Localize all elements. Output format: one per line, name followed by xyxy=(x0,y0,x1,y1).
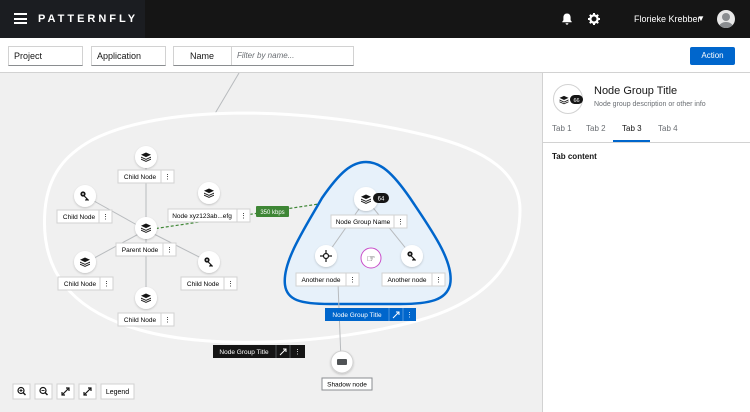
details-panel: 66 Node Group Title Node group descripti… xyxy=(542,73,750,412)
avatar[interactable] xyxy=(717,10,735,28)
kebab-icon: ⋮ xyxy=(294,349,301,356)
active-tab-indicator xyxy=(613,140,650,142)
topology-graph: 350 kbps Child Node ⋮ Child Node ⋮ Node … xyxy=(12,73,522,400)
node-shadow[interactable]: Shadow node xyxy=(321,350,373,391)
kebab-icon: ⋮ xyxy=(397,219,404,226)
masthead: PATTERNFLY Florieke Krebber ▼ xyxy=(0,0,750,38)
hamburger-icon[interactable] xyxy=(14,13,27,24)
brand-logo: PATTERNFLY xyxy=(38,13,139,25)
svg-text:Another node: Another node xyxy=(387,277,426,284)
legend-button[interactable]: Legend xyxy=(100,383,135,400)
svg-text:Child Node: Child Node xyxy=(124,317,157,324)
toolbar: Project Application Name Filter by name.… xyxy=(0,38,750,73)
svg-text:350 kbps: 350 kbps xyxy=(260,210,284,216)
panel-description: Node group description or other info xyxy=(594,101,706,108)
gear-icon[interactable] xyxy=(587,12,601,26)
svg-text:Node Group Title: Node Group Title xyxy=(219,349,269,356)
kebab-icon: ⋮ xyxy=(164,317,171,324)
tab-2[interactable]: Tab 2 xyxy=(586,124,606,133)
application-select[interactable]: Application xyxy=(91,46,166,66)
panel-title: Node Group Title xyxy=(594,85,678,97)
svg-text:Child Node: Child Node xyxy=(64,281,97,288)
topology-canvas[interactable]: 350 kbps Child Node ⋮ Child Node ⋮ Node … xyxy=(0,73,542,412)
panel-badge: 66 xyxy=(573,98,579,104)
outer-group-hull xyxy=(42,111,522,344)
edge-label: 350 kbps xyxy=(256,206,289,217)
svg-text:Child Node: Child Node xyxy=(187,281,220,288)
svg-text:Shadow node: Shadow node xyxy=(327,382,367,389)
node-group-title-blue[interactable]: Node Group Title ⋮ xyxy=(325,308,416,321)
user-name[interactable]: Florieke Krebber xyxy=(634,14,701,24)
svg-text:Legend: Legend xyxy=(106,389,129,396)
kebab-icon: ⋮ xyxy=(349,277,356,284)
tab-4[interactable]: Tab 4 xyxy=(658,124,678,133)
kebab-icon: ⋮ xyxy=(166,247,173,254)
svg-text:Parent Node: Parent Node xyxy=(122,247,159,254)
svg-text:Node Group Title: Node Group Title xyxy=(332,312,382,319)
project-select[interactable]: Project xyxy=(8,46,83,66)
hover-node[interactable]: ☞ xyxy=(360,247,382,269)
bell-icon[interactable] xyxy=(560,12,574,26)
svg-text:Node Group Name: Node Group Name xyxy=(336,219,391,226)
cursor-hand-icon: ☞ xyxy=(367,254,376,265)
kebab-icon: ⋮ xyxy=(435,277,442,284)
kebab-icon: ⋮ xyxy=(164,174,171,181)
tab-content: Tab content xyxy=(552,152,597,161)
kebab-icon: ⋮ xyxy=(227,281,234,288)
svg-text:Another node: Another node xyxy=(301,277,340,284)
tab-1[interactable]: Tab 1 xyxy=(552,124,572,133)
kebab-icon: ⋮ xyxy=(103,281,110,288)
svg-text:Child Node: Child Node xyxy=(124,174,157,181)
action-button[interactable]: Action xyxy=(690,47,735,65)
kebab-icon: ⋮ xyxy=(406,312,413,319)
name-filter: Name Filter by name... xyxy=(173,46,354,66)
tab-3[interactable]: Tab 3 xyxy=(622,124,642,133)
fit-to-screen-icon[interactable] xyxy=(56,383,75,400)
svg-text:Node xyz123ab...efg: Node xyz123ab...efg xyxy=(172,213,232,220)
server-icon xyxy=(337,359,347,365)
svg-text:64: 64 xyxy=(378,197,385,203)
caret-down-icon[interactable]: ▼ xyxy=(697,14,705,23)
node-group-icon: 66 xyxy=(553,84,583,114)
zoom-in-icon[interactable] xyxy=(12,383,31,400)
filter-type-select[interactable]: Name xyxy=(174,47,232,65)
stack-icon: 66 xyxy=(559,95,583,105)
node-group-title-dark[interactable]: Node Group Title ⋮ xyxy=(213,345,305,358)
svg-text:Child Node: Child Node xyxy=(63,214,96,221)
expand-icon[interactable] xyxy=(78,383,97,400)
kebab-icon: ⋮ xyxy=(240,213,247,220)
panel-tabs: Tab 1 Tab 2 Tab 3 Tab 4 xyxy=(543,121,750,143)
filter-input[interactable]: Filter by name... xyxy=(237,51,294,60)
control-bar: Legend xyxy=(12,383,135,400)
zoom-out-icon[interactable] xyxy=(34,383,53,400)
kebab-icon: ⋮ xyxy=(102,214,109,221)
